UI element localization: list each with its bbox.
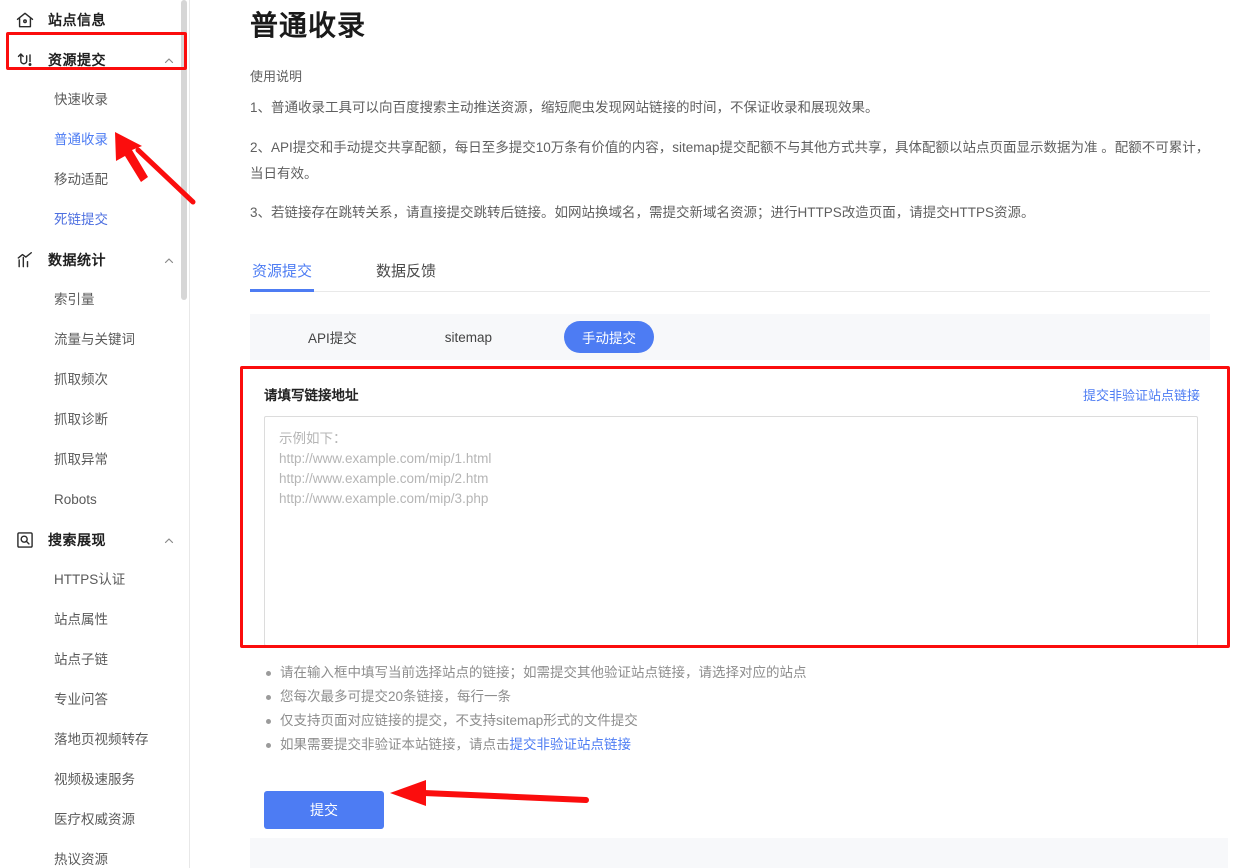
sidebar-item-zhandianzilian[interactable]: 站点子链 — [0, 640, 189, 680]
sidebar-item-yiliaoquanweiziyuan[interactable]: 医疗权威资源 — [0, 800, 189, 840]
note-item: 如果需要提交非验证本站链接，请点击提交非验证站点链接 — [264, 733, 1228, 757]
page-title: 普通收录 — [250, 10, 367, 41]
sidebar-item-zhandianshuxing[interactable]: 站点属性 — [0, 600, 189, 640]
footer-bar — [250, 838, 1228, 868]
sidebar-group-label: 资源提交 — [48, 52, 106, 68]
pill-sitemap[interactable]: sitemap — [429, 324, 508, 351]
tab-resource-submit[interactable]: 资源提交 — [250, 260, 315, 292]
sidebar-item-zhuaquyichang[interactable]: 抓取异常 — [0, 440, 189, 480]
sidebar-item-shipinjisufuwu[interactable]: 视频极速服务 — [0, 760, 189, 800]
sidebar-item-silianjiaotijiao[interactable]: 死链提交 — [0, 200, 189, 240]
form-notes: 请在输入框中填写当前选择站点的链接；如需提交其他验证站点链接，请选择对应的站点 … — [250, 661, 1228, 757]
sidebar-item-kuaisushoulu[interactable]: 快速收录 — [0, 80, 189, 120]
pill-api-submit[interactable]: API提交 — [292, 321, 373, 353]
textarea-wrapper — [250, 406, 1210, 651]
sidebar-item-yidongshipei[interactable]: 移动适配 — [0, 160, 189, 200]
form-header: 请填写链接地址 提交非验证站点链接 — [250, 382, 1210, 406]
sidebar-group-label: 搜索展现 — [48, 532, 106, 548]
note-text: 您每次最多可提交20条链接，每行一条 — [280, 689, 512, 704]
chevron-up-icon — [163, 54, 175, 66]
submit-row: 提交 — [250, 791, 1228, 829]
sidebar-item-robots[interactable]: Robots — [0, 480, 189, 520]
search-display-icon — [14, 529, 36, 551]
sidebar-group-search-display[interactable]: 搜索展现 — [0, 520, 189, 560]
url-list-textarea[interactable] — [264, 416, 1198, 646]
sidebar-item-https-renzheng[interactable]: HTTPS认证 — [0, 560, 189, 600]
intro-paragraph-2: 2、API提交和手动提交共享配额，每日至多提交10万条有价值的内容，sitema… — [250, 139, 1210, 181]
note-item: 请在输入框中填写当前选择站点的链接；如需提交其他验证站点链接，请选择对应的站点 — [264, 661, 1228, 685]
chevron-up-icon — [163, 254, 175, 266]
sidebar-group-site-info[interactable]: 站点信息 — [0, 0, 189, 40]
note-text: 仅支持页面对应链接的提交，不支持sitemap形式的文件提交 — [280, 713, 638, 728]
sidebar-group-resource-submit[interactable]: 资源提交 — [0, 40, 189, 80]
intro-paragraph-3: 3、若链接存在跳转关系，请直接提交跳转后链接。如网站换域名，需提交新域名资源；进… — [250, 205, 1035, 220]
sidebar-group-label: 站点信息 — [48, 12, 106, 28]
sidebar-item-luodiyeshipinzhuancun[interactable]: 落地页视频转存 — [0, 720, 189, 760]
sidebar-item-zhuaquzhenduan[interactable]: 抓取诊断 — [0, 400, 189, 440]
home-icon — [14, 9, 36, 31]
tab-data-feedback[interactable]: 数据反馈 — [374, 260, 438, 291]
sidebar-scrollbar-thumb[interactable] — [181, 0, 187, 300]
note-text: 请在输入框中填写当前选择站点的链接；如需提交其他验证站点链接，请选择对应的站点 — [280, 665, 807, 680]
sidebar-item-zhuanyewenda[interactable]: 专业问答 — [0, 680, 189, 720]
submit-method-bar: API提交 sitemap 手动提交 — [250, 314, 1210, 360]
url-submit-form: 请填写链接地址 提交非验证站点链接 — [250, 382, 1210, 651]
sidebar-group-label: 数据统计 — [48, 252, 106, 268]
app-root: 站点信息 资源提交 快速收录 普通收录 移动适配 死链提交 数据统计 索引量 流… — [0, 0, 1256, 868]
sidebar-item-liuliangyuguanjianci[interactable]: 流量与关键词 — [0, 320, 189, 360]
pill-manual-submit[interactable]: 手动提交 — [564, 321, 655, 353]
note-text: 如果需要提交非验证本站链接，请点击 — [280, 737, 510, 752]
sidebar-scrollbar[interactable] — [181, 0, 188, 868]
resource-submit-icon — [14, 49, 36, 71]
sidebar-item-zhuaqupinci[interactable]: 抓取频次 — [0, 360, 189, 400]
sidebar: 站点信息 资源提交 快速收录 普通收录 移动适配 死链提交 数据统计 索引量 流… — [0, 0, 190, 868]
chevron-up-icon — [163, 534, 175, 546]
form-label: 请填写链接地址 — [264, 388, 359, 403]
intro-paragraph-1: 1、普通收录工具可以向百度搜索主动推送资源，缩短爬虫发现网站链接的时间，不保证收… — [250, 100, 879, 115]
submit-button[interactable]: 提交 — [264, 791, 384, 829]
intro-label: 使用说明 — [250, 69, 303, 84]
sidebar-item-suoyinliang[interactable]: 索引量 — [0, 280, 189, 320]
note-item: 仅支持页面对应链接的提交，不支持sitemap形式的文件提交 — [264, 709, 1228, 733]
submit-unverified-site-link[interactable]: 提交非验证站点链接 — [1083, 385, 1200, 404]
tab-bar: 资源提交 数据反馈 — [250, 252, 1210, 292]
main-content: 普通收录 使用说明 1、普通收录工具可以向百度搜索主动推送资源，缩短爬虫发现网站… — [190, 0, 1256, 868]
sidebar-item-reyiziyuan[interactable]: 热议资源 — [0, 840, 189, 868]
sidebar-item-putongshoulu[interactable]: 普通收录 — [0, 120, 189, 160]
sidebar-group-data-stats[interactable]: 数据统计 — [0, 240, 189, 280]
chart-stats-icon — [14, 249, 36, 271]
note-inline-link[interactable]: 提交非验证站点链接 — [510, 737, 632, 752]
note-item: 您每次最多可提交20条链接，每行一条 — [264, 685, 1228, 709]
